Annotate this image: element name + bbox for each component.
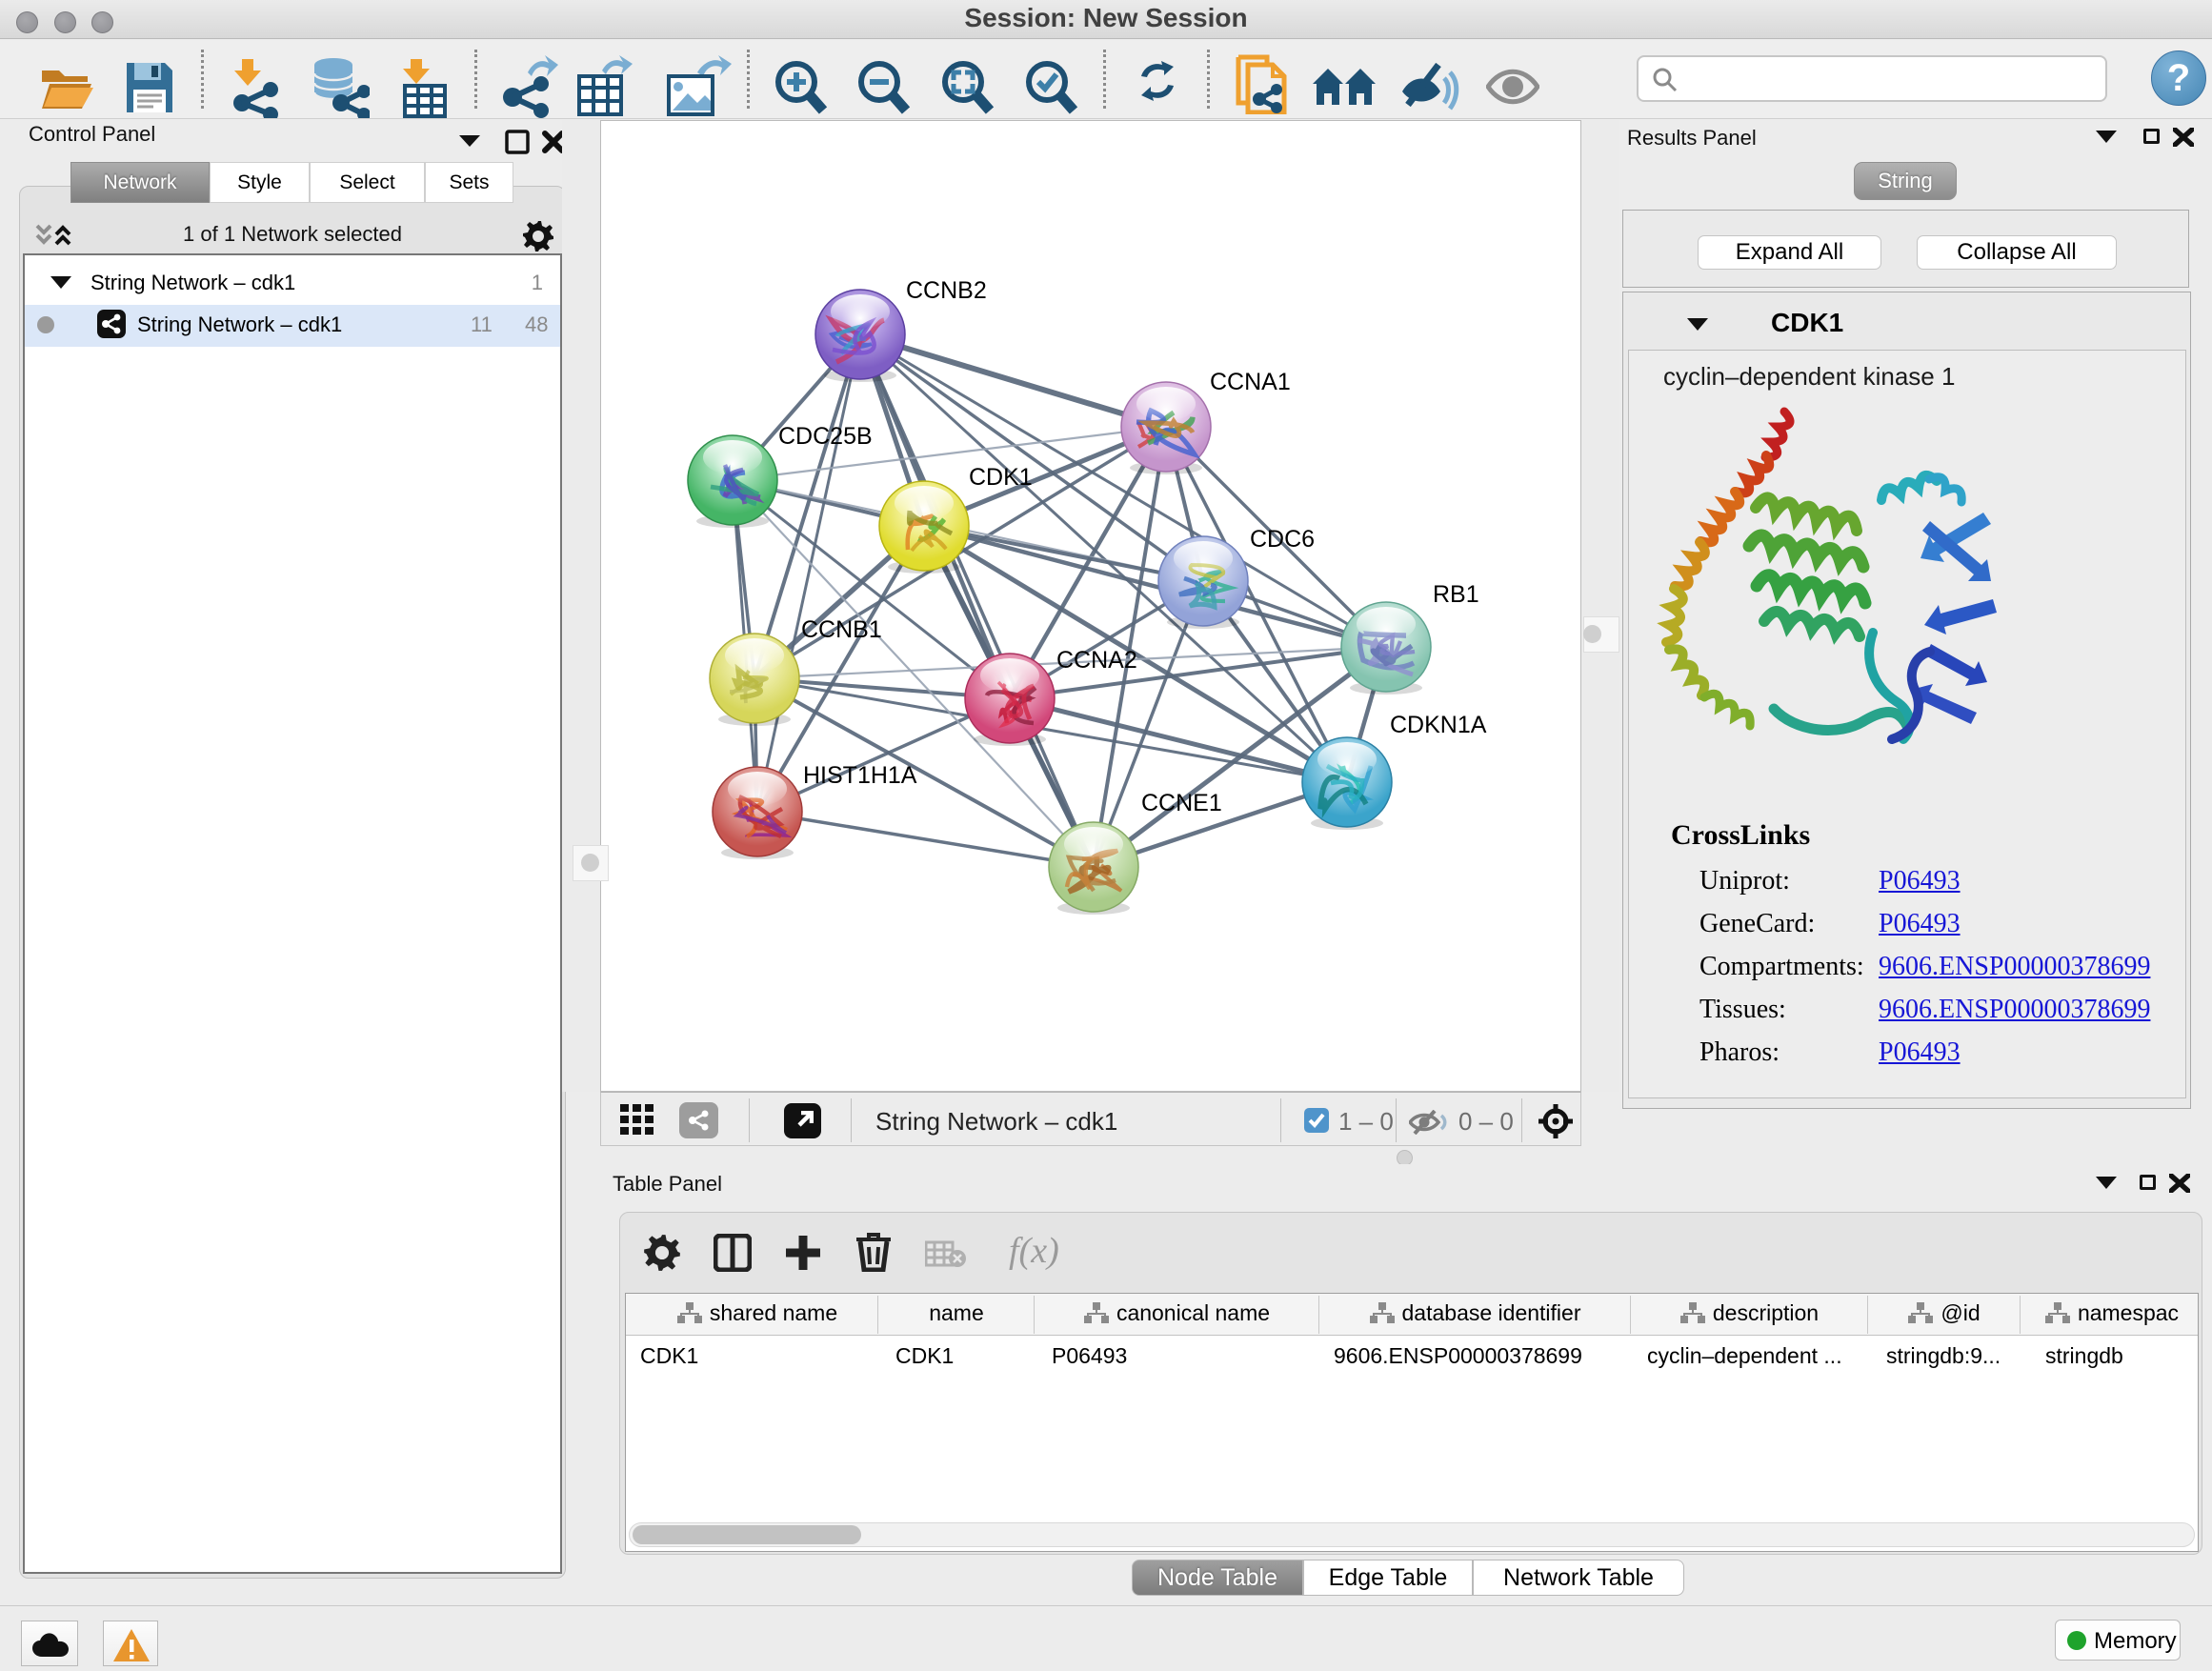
svg-text:CCNA2: CCNA2 <box>1056 647 1137 674</box>
svg-text:CCNA1: CCNA1 <box>1210 369 1291 395</box>
svg-text:HIST1H1A: HIST1H1A <box>803 762 917 789</box>
svg-text:CCNB2: CCNB2 <box>906 277 987 304</box>
svg-text:RB1: RB1 <box>1433 581 1479 608</box>
svg-text:CCNE1: CCNE1 <box>1141 790 1222 816</box>
svg-text:CDC25B: CDC25B <box>778 423 873 450</box>
svg-text:CDK1: CDK1 <box>969 464 1033 491</box>
svg-text:CCNB1: CCNB1 <box>801 616 882 643</box>
svg-text:CDC6: CDC6 <box>1250 526 1315 553</box>
svg-text:CDKN1A: CDKN1A <box>1390 712 1487 738</box>
